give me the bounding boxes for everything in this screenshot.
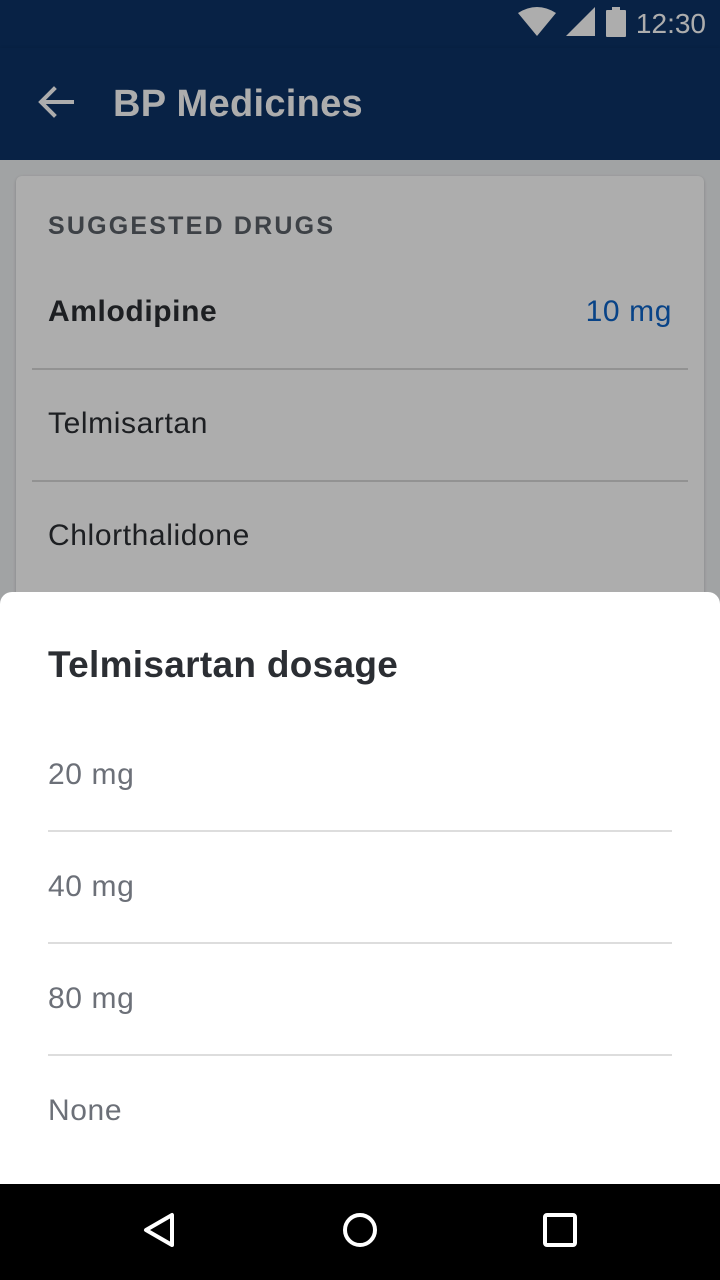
back-triangle-icon bbox=[142, 1212, 178, 1253]
sheet-title: Telmisartan dosage bbox=[48, 644, 399, 685]
option-label: 80 mg bbox=[48, 982, 135, 1015]
nav-home-button[interactable] bbox=[328, 1200, 392, 1264]
nav-recents-button[interactable] bbox=[528, 1200, 592, 1264]
nav-back-button[interactable] bbox=[128, 1200, 192, 1264]
system-nav-bar bbox=[0, 1184, 720, 1280]
dosage-bottom-sheet: Telmisartan dosage 20 mg 40 mg 80 mg Non… bbox=[0, 592, 720, 1184]
option-label: None bbox=[48, 1094, 123, 1127]
dosage-option-40mg[interactable]: 40 mg bbox=[48, 831, 672, 943]
recents-square-icon bbox=[542, 1212, 578, 1253]
home-circle-icon bbox=[342, 1212, 378, 1253]
dosage-option-20mg[interactable]: 20 mg bbox=[48, 719, 672, 831]
screen: 12:30 BP Medicines SUGGESTED DRUGS Amlod… bbox=[0, 0, 720, 1280]
option-label: 40 mg bbox=[48, 870, 135, 903]
dosage-option-none[interactable]: None bbox=[48, 1055, 672, 1167]
option-label: 20 mg bbox=[48, 758, 135, 791]
dosage-option-80mg[interactable]: 80 mg bbox=[48, 943, 672, 1055]
